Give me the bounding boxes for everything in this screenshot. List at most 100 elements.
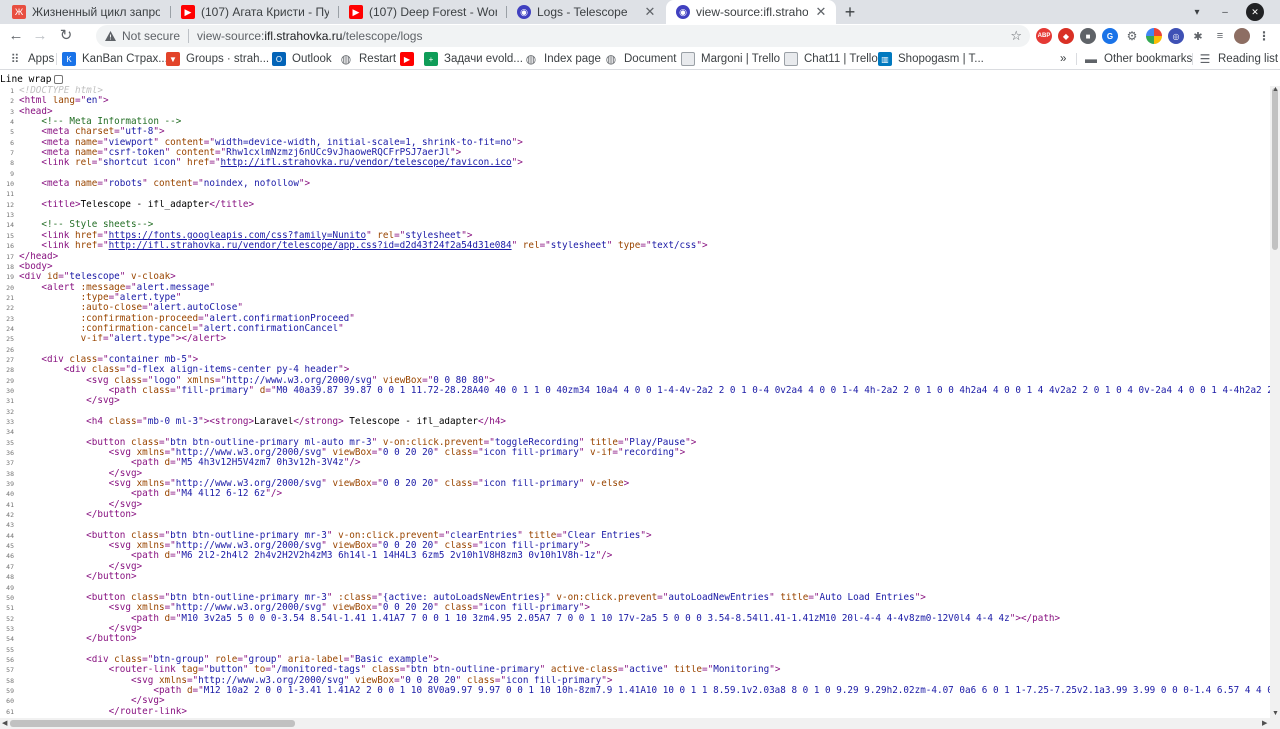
code-token: " <box>511 241 523 252</box>
bookmark-shopogasm[interactable]: ▥ Shopogasm | T... <box>878 51 984 67</box>
code-token: tag <box>181 665 199 676</box>
reading-list-toolbar-icon[interactable]: ≡ <box>1212 28 1228 44</box>
extension-icon[interactable]: ◎ <box>1168 28 1184 44</box>
scroll-left-icon[interactable]: ◀ <box>2 719 7 727</box>
bookmark-restart[interactable]: ◍ Restart <box>339 51 396 67</box>
bookmark-chat11[interactable]: Chat11 | Trello <box>784 51 878 67</box>
bookmark-other[interactable]: ▬ Other bookmarks <box>1084 51 1192 67</box>
gear-extension-icon[interactable]: ⚙ <box>1124 28 1140 44</box>
close-icon[interactable]: ✕ <box>643 4 657 20</box>
code-token: " <box>433 479 445 490</box>
bookmark-gitlab[interactable]: ▼ Groups · strah... <box>166 51 269 67</box>
line-code: <svg class="logo" xmlns="http://www.w3.o… <box>19 376 1270 386</box>
code-token: " <box>517 530 529 541</box>
bookmark-index-page[interactable]: ◍ Index page <box>524 51 601 67</box>
extension-icon[interactable]: ■ <box>1080 28 1096 44</box>
avatar[interactable] <box>1234 28 1250 44</box>
security-label[interactable]: Not secure <box>122 29 180 43</box>
line-wrap-checkbox[interactable] <box>54 74 64 84</box>
source-line: 47 </svg> <box>0 562 1270 572</box>
kanban-icon: K <box>62 52 76 66</box>
code-token: =" <box>158 437 171 448</box>
code-token: "/> <box>265 489 283 500</box>
code-token: <path <box>153 685 187 696</box>
tab-search-icon[interactable]: ▾ <box>1188 3 1206 21</box>
line-code: </button> <box>19 510 1270 520</box>
line-number: 10 <box>6 180 14 189</box>
close-window-icon[interactable]: ✕ <box>1246 3 1264 21</box>
code-token: group <box>248 654 277 665</box>
code-token: " <box>321 448 333 459</box>
tab-youtube-agata[interactable]: ▶ (107) Агата Кристи - Пуля <box>171 0 337 24</box>
menu-icon[interactable]: ⋮ <box>1256 28 1272 44</box>
source-line: 37 <path d="M5 4h3v12H5V4zm7 0h3v12h-3V4… <box>0 458 1270 468</box>
line-code: <meta name="csrf-token" content="Rhw1cxl… <box>19 148 1270 158</box>
puzzle-extensions-icon[interactable]: ✱ <box>1190 28 1206 44</box>
scroll-up-icon[interactable]: ▲ <box>1272 86 1279 93</box>
code-token: " <box>119 272 131 283</box>
source-link[interactable]: https://fonts.googleapis.com/css?family=… <box>109 231 366 241</box>
code-token: Auto Load Entries <box>819 592 915 603</box>
new-tab-button[interactable]: + <box>840 1 860 23</box>
tab-youtube-deep-forest[interactable]: ▶ (107) Deep Forest - World <box>339 0 505 24</box>
bookmark-reading-list[interactable]: ☰ Reading list <box>1198 51 1278 67</box>
scroll-right-icon[interactable]: ▶ <box>1262 719 1267 727</box>
reload-icon[interactable]: ↻ <box>56 26 76 46</box>
bookmark-youtube[interactable]: ▶ <box>400 51 420 67</box>
bookmark-margoni[interactable]: Margoni | Trello <box>681 51 780 67</box>
page-icon <box>784 52 798 66</box>
abp-extension-icon[interactable]: ABP <box>1036 28 1052 44</box>
bookmarks-overflow-button[interactable]: » <box>1060 51 1066 67</box>
address-bar[interactable]: Not secure view-source:ifl.strahovka.ru/… <box>96 25 1030 47</box>
bookmark-outlook[interactable]: O Outlook <box>272 51 332 67</box>
source-link[interactable]: http://ifl.strahovka.ru/vendor/telescope… <box>221 158 512 168</box>
line-number: 27 <box>6 355 14 364</box>
line-number: 24 <box>6 324 14 333</box>
translate-extension-icon[interactable]: G <box>1102 28 1118 44</box>
scroll-down-icon[interactable]: ▼ <box>1272 710 1279 717</box>
bookmark-document[interactable]: ◍ Document <box>604 51 677 67</box>
line-number: 43 <box>6 521 14 530</box>
vertical-scrollbar-thumb[interactable] <box>1272 88 1278 250</box>
code-token: " <box>366 230 378 241</box>
code-token: /monitored-tags <box>276 665 361 676</box>
back-icon[interactable]: ← <box>6 26 26 46</box>
horizontal-scrollbar-thumb[interactable] <box>10 720 295 727</box>
line-code: <link href="https://fonts.googleapis.com… <box>19 231 1270 241</box>
bookmark-apps[interactable]: ⠿ Apps <box>8 51 55 67</box>
code-token: <alert <box>41 282 81 293</box>
line-code: <!-- Meta Information --> <box>19 117 1270 127</box>
code-token: <svg <box>108 479 137 490</box>
extension-icon[interactable]: ◆ <box>1058 28 1074 44</box>
code-token: " <box>321 479 333 490</box>
code-token: <link <box>41 230 75 241</box>
line-number: 15 <box>6 231 14 240</box>
forward-icon[interactable]: → <box>30 26 50 46</box>
source-link[interactable]: http://ifl.strahovka.ru/vendor/telescope… <box>109 241 512 251</box>
close-icon[interactable]: ✕ <box>814 4 828 20</box>
code-token: =" <box>237 654 249 665</box>
divider <box>188 29 190 43</box>
tab-view-source[interactable]: ◉ view-source:ifl.strahovka ✕ <box>666 0 836 24</box>
tab-logs-telescope[interactable]: ◉ Logs - Telescope ✕ <box>507 0 665 24</box>
line-code: </head> <box>19 252 1270 262</box>
sheets-icon: + <box>424 52 438 66</box>
code-token: class <box>444 448 473 459</box>
tab-habr[interactable]: Ж Жизненный цикл запрос <box>2 0 168 24</box>
minimize-icon[interactable]: – <box>1216 3 1234 21</box>
line-number: 45 <box>6 542 14 551</box>
bookmark-sheets[interactable]: + Задачи evold... <box>424 51 523 67</box>
code-token: "> <box>685 437 697 448</box>
bookmark-kanban[interactable]: K KanBan Страх... <box>62 51 168 67</box>
source-line: 24 :confirmation-cancel="alert.confirmat… <box>0 324 1270 334</box>
bookmark-star-icon[interactable]: ☆ <box>1010 28 1022 44</box>
chrome-extension-icon[interactable] <box>1146 28 1162 44</box>
url-text[interactable]: view-source:ifl.strahovka.ru/telescope/l… <box>197 29 422 43</box>
code-token: csrf-token <box>108 148 165 159</box>
source-line: 2 <html lang="en"> <box>0 96 1270 106</box>
source-line: 42 </button> <box>0 510 1270 520</box>
